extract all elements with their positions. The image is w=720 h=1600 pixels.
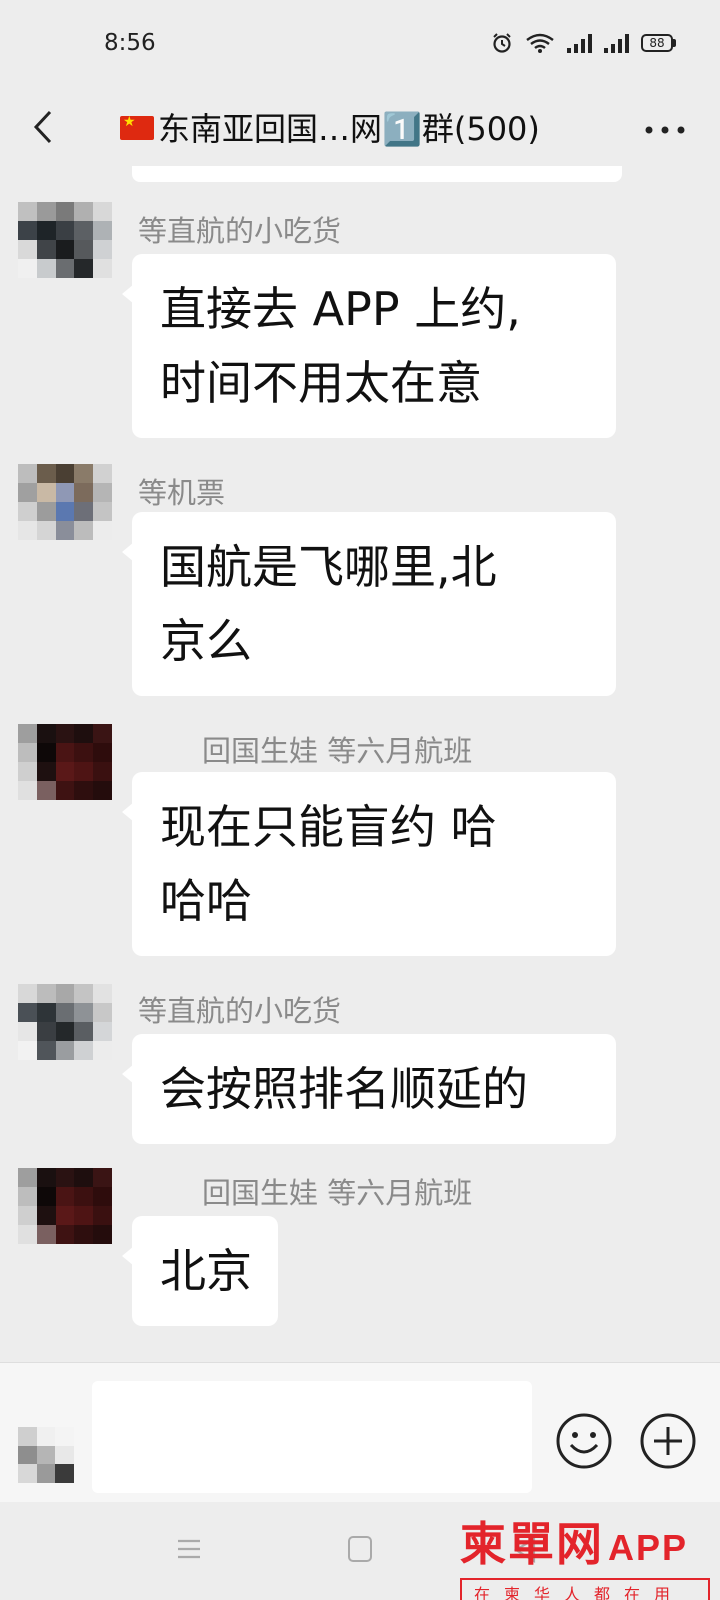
sender-name: 等机票 [138,476,226,510]
message-line: 时间不用太在意 [160,356,482,410]
message-bubble[interactable]: 国航是飞哪里,北 京么 [122,512,616,696]
status-time: 8:56 [104,30,156,56]
signal-icon [604,33,629,53]
message-bubble[interactable]: 会按照排名顺延的 [122,1034,616,1144]
chevron-left-icon[interactable] [24,102,64,152]
voice-avatar[interactable] [18,1427,74,1483]
avatar[interactable] [18,1168,112,1244]
avatar[interactable] [18,202,112,278]
watermark: 柬單网 APP 在柬华人都在用 [460,1508,720,1600]
message-input[interactable] [92,1381,532,1493]
previous-message-bubble [132,166,622,182]
chat-title-text: 东南亚回国…网1️⃣群(500) [158,110,540,148]
message-line: 现在只能盲约 哈 [160,800,497,854]
message-bubble[interactable]: 直接去 APP 上约, 时间不用太在意 [122,254,616,438]
watermark-app: APP [608,1527,689,1568]
message-line: 哈哈 [160,874,252,928]
message-bubble[interactable]: 北京 [122,1216,278,1326]
status-icons: 88 [491,32,676,54]
emoji-icon[interactable] [554,1411,614,1471]
status-bar: 8:56 88 [0,0,720,90]
sender-name: 等直航的小吃货 [138,994,342,1028]
watermark-brand: 柬單网 [460,1517,604,1571]
menu-icon[interactable] [176,1538,202,1560]
avatar[interactable] [18,724,112,800]
battery-icon: 88 [641,34,676,52]
more-dots-icon[interactable] [640,110,690,150]
message-line: 国航是飞哪里,北 [160,540,497,594]
message-line: 京么 [160,614,252,668]
message-line: 直接去 APP 上约, [160,282,521,336]
chat-header: 东南亚回国…网1️⃣群(500) [0,90,720,170]
wifi-icon [526,33,554,53]
avatar[interactable] [18,984,112,1060]
sender-name: 等直航的小吃货 [138,214,342,248]
message-line: 北京 [160,1244,252,1298]
sender-name: 回国生娃 等六月航班 [202,734,473,768]
signal-icon [567,33,592,53]
china-flag-icon [120,114,154,140]
plus-circle-icon[interactable] [638,1411,698,1471]
alarm-icon [493,33,511,53]
message-bubble[interactable]: 现在只能盲约 哈 哈哈 [122,772,616,956]
battery-level: 88 [641,34,673,52]
input-bar [0,1362,720,1502]
message-line: 会按照排名顺延的 [160,1062,528,1116]
avatar[interactable] [18,464,112,540]
chat-title: 东南亚回国…网1️⃣群(500) [120,104,540,150]
sender-name: 回国生娃 等六月航班 [202,1176,473,1210]
home-icon[interactable] [348,1536,372,1562]
watermark-slogan: 在柬华人都在用 [460,1578,710,1600]
